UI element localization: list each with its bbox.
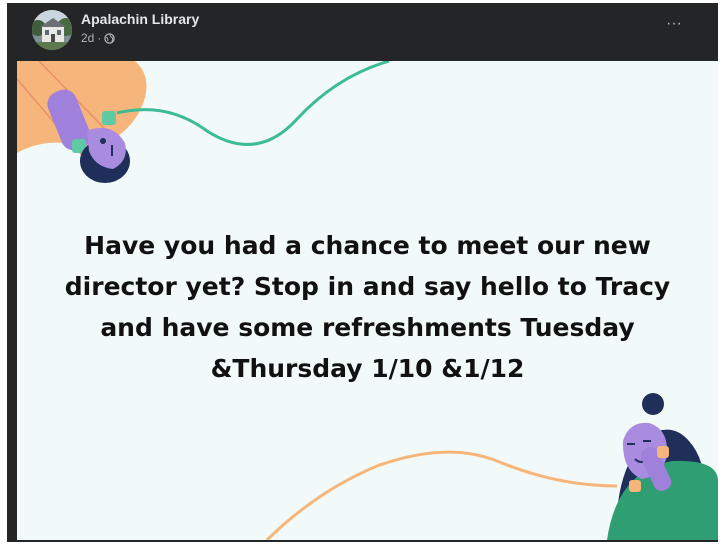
page-name-link[interactable]: Apalachin Library: [81, 11, 199, 27]
message-line: and have some refreshments Tuesday: [100, 313, 635, 342]
message-line: &Thursday 1/10 &1/12: [210, 354, 525, 383]
more-options-button[interactable]: ···: [660, 13, 688, 41]
message-line: director yet? Stop in and say hello to T…: [64, 272, 671, 301]
post-image[interactable]: Have you had a chance to meet our new di…: [17, 61, 718, 540]
facebook-post: Apalachin Library 2d · ··· Have you had …: [7, 3, 718, 542]
announcement-text: Have you had a chance to meet our new di…: [57, 225, 678, 389]
library-building-icon: [32, 10, 72, 50]
post-meta: 2d ·: [81, 31, 116, 45]
message-line: Have you had a chance to meet our new: [84, 231, 651, 260]
post-header: Apalachin Library 2d · ···: [7, 3, 718, 61]
teal-phone-cord: [116, 61, 390, 146]
page-avatar[interactable]: [32, 10, 72, 50]
woman-on-phone-figure: [607, 393, 718, 540]
meta-separator: ·: [97, 31, 102, 45]
post-timestamp[interactable]: 2d: [81, 31, 94, 45]
globe-icon: [104, 32, 116, 44]
orange-phone-cord: [265, 450, 618, 540]
